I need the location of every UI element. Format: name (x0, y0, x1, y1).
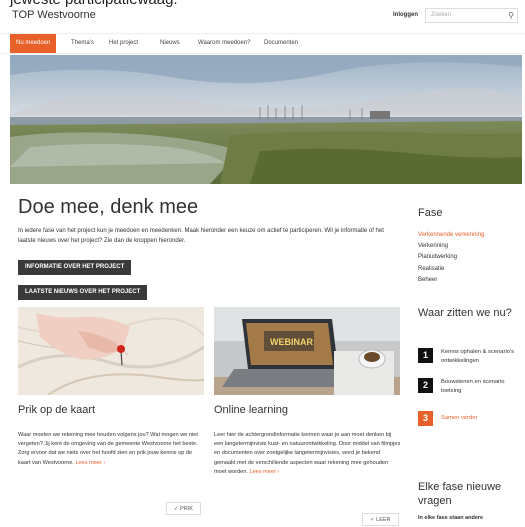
card-body-prik: Waar moeten we rekening mee houden volge… (18, 432, 198, 466)
each-phase-text: In elke fase staan andere (418, 515, 484, 521)
nav-item-documenten[interactable]: Documenten (264, 34, 298, 53)
read-more-link-online-learning[interactable]: Lees meer › (249, 469, 279, 475)
fase-heading: Fase (418, 207, 443, 219)
step-number-3: 3 (418, 411, 433, 426)
phase-item-4[interactable]: Beheer (418, 277, 437, 283)
nav-item-nieuws[interactable]: Nieuws (160, 34, 180, 53)
hero-image (10, 55, 522, 184)
card-text-online-learning: Leer hier de achtergrondinformatie kenne… (214, 431, 402, 477)
search-input[interactable]: Zoeken ⚲ (425, 8, 518, 23)
step-number-2: 2 (418, 378, 433, 393)
step-text-2[interactable]: Bouwstenen en scenario toetsing (441, 378, 523, 396)
leer-button[interactable]: ✓ LEER (362, 513, 399, 526)
nav-item-nu-meedoen[interactable]: Nu meedoen (10, 34, 57, 53)
latest-news-button[interactable]: Laatste nieuws over het project (18, 285, 148, 300)
page-title: Doe mee, denk mee (18, 196, 199, 218)
main-nav: Nu meedoen Thema's Het project Nieuws Wa… (0, 33, 525, 54)
phase-item-2[interactable]: Planuitwerking (418, 254, 457, 260)
where-heading: Waar zitten we nu? (418, 307, 512, 319)
search-icon[interactable]: ⚲ (508, 11, 514, 20)
card-text-prik: Waar moeten we rekening mee houden volge… (18, 431, 203, 468)
site-header: TOP Westvoorne Inloggen Zoeken ⚲ (0, 6, 525, 30)
prik-button[interactable]: ✓ PRIK (166, 502, 201, 515)
step-number-1: 1 (418, 348, 433, 363)
intro-text: In iedere fase van het project kun je me… (18, 228, 384, 244)
each-phase-heading: Elke fase nieuwe vragen (418, 481, 502, 507)
webinar-image-label: WEBINAR (270, 337, 313, 347)
step-text-1[interactable]: Kennis ophalen & scenario's ontwikkeling… (441, 348, 523, 366)
read-more-link-prik[interactable]: Lees meer › (75, 460, 105, 466)
info-project-button[interactable]: Informatie over het project (18, 260, 132, 275)
map-pin-image (18, 307, 204, 395)
step-text-3[interactable]: Samen verder (441, 414, 523, 423)
login-link[interactable]: Inloggen (393, 12, 418, 18)
nav-item-themas[interactable]: Thema's (71, 34, 94, 53)
phase-item-1[interactable]: Verkenning (418, 243, 448, 249)
nav-item-waarom-meedoen[interactable]: Waarom meedoen? (198, 34, 250, 53)
card-title-online-learning[interactable]: Online learning (214, 404, 288, 416)
card-body-online-learning: Leer hier de achtergrondinformatie kenne… (214, 432, 401, 475)
phase-item-0[interactable]: Verkennende verkenning (418, 232, 484, 238)
phase-item-3[interactable]: Realisatie (418, 266, 444, 272)
nav-item-het-project[interactable]: Het project (109, 34, 138, 53)
search-placeholder: Zoeken (431, 12, 452, 18)
site-title[interactable]: TOP Westvoorne (12, 9, 96, 21)
webinar-image: WEBINAR (214, 307, 400, 395)
card-title-prik[interactable]: Prik op de kaart (18, 404, 95, 416)
